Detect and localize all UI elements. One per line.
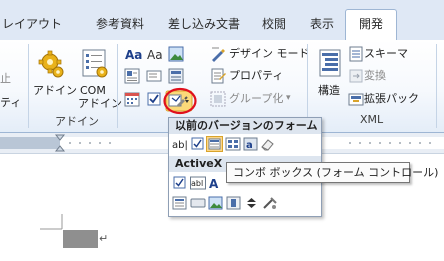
activex-image-icon[interactable]	[208, 196, 223, 210]
picture-content-control-icon[interactable]	[168, 46, 184, 65]
properties-icon[interactable]	[210, 68, 226, 87]
legacy-tools-button[interactable]	[163, 87, 203, 118]
schema-icon[interactable]	[348, 46, 364, 65]
plain-text-content-control-icon[interactable]: Aa	[146, 46, 164, 65]
grouping-dropdown-arrow-icon: ▾	[286, 93, 291, 103]
check-box-content-control-icon[interactable]	[146, 91, 162, 110]
rich-text-content-control-icon[interactable]: Aa	[124, 46, 142, 65]
transform-label: 変換	[364, 69, 386, 82]
svg-text:a: a	[246, 140, 253, 151]
paragraph-mark: ↵	[99, 232, 109, 245]
grouping-label: グループ化	[229, 92, 284, 105]
form-field-shading-icon[interactable]: a	[243, 137, 258, 151]
group-separator	[117, 44, 118, 128]
svg-text:ab|: ab|	[172, 140, 188, 151]
activex-text-box-icon[interactable]: abl	[190, 176, 206, 190]
tab-view[interactable]: 表示	[310, 12, 334, 36]
addin-gear-icon[interactable]	[38, 50, 66, 83]
addin-button[interactable]: アドイン	[33, 84, 77, 97]
activex-command-button-icon[interactable]	[190, 196, 206, 210]
structure-icon[interactable]	[318, 48, 342, 81]
xml-group-label: XML	[360, 113, 384, 126]
combo-box-content-control-icon[interactable]	[146, 68, 162, 87]
legacy-text-field-icon[interactable]: ab|	[172, 137, 188, 151]
tooltip: コンボ ボックス (フォーム コントロール)	[226, 162, 438, 183]
tab-references[interactable]: 参考資料	[96, 12, 144, 36]
reset-form-fields-icon[interactable]	[260, 137, 275, 151]
tab-review[interactable]: 校閲	[262, 12, 286, 36]
legacy-forms-heading: 以前のバージョンのフォーム	[169, 118, 321, 134]
svg-text:abl: abl	[191, 179, 203, 188]
svg-text:Aa: Aa	[147, 48, 163, 62]
ribbon-tab-bar: レイアウト 参考資料 差し込み文書 校閲 表示 開発	[0, 0, 444, 41]
partial-left-label-1: 止	[0, 72, 11, 85]
group-separator	[307, 44, 308, 128]
group-separator	[28, 44, 29, 128]
activex-scroll-bar-icon[interactable]	[226, 196, 241, 210]
tab-mailings[interactable]: 差し込み文書	[168, 12, 240, 36]
tab-developer[interactable]: 開発	[345, 9, 397, 41]
com-addin-label-2[interactable]: アドイン	[78, 97, 122, 110]
activex-spin-button-icon[interactable]	[244, 196, 259, 210]
svg-text:A: A	[209, 177, 219, 190]
transform-icon	[348, 68, 364, 87]
activex-more-controls-icon[interactable]	[262, 196, 277, 210]
svg-text:Aa: Aa	[125, 48, 142, 62]
com-addin-label-1[interactable]: COM	[80, 84, 106, 97]
drop-down-list-content-control-icon[interactable]	[168, 68, 184, 87]
schema-label[interactable]: スキーマ	[364, 47, 408, 60]
date-picker-content-control-icon[interactable]	[124, 91, 140, 110]
activex-check-box-icon[interactable]	[172, 176, 187, 190]
group-separator	[436, 44, 437, 128]
expansion-pack-icon[interactable]	[348, 91, 364, 110]
group-icon	[210, 91, 226, 110]
design-mode-label[interactable]: デザイン モード	[229, 47, 310, 60]
insert-frame-icon[interactable]	[225, 137, 241, 151]
addin-group-label: アドイン	[55, 115, 99, 128]
properties-label[interactable]: プロパティ	[229, 69, 283, 82]
partial-left-label-2[interactable]: ティ	[0, 96, 21, 109]
com-addin-icon[interactable]	[80, 48, 110, 81]
tab-layout[interactable]: レイアウト	[2, 12, 62, 36]
activex-label-icon[interactable]: A	[208, 176, 223, 191]
legacy-combo-box-icon[interactable]	[206, 136, 223, 152]
building-block-icon[interactable]	[124, 68, 140, 87]
design-mode-icon[interactable]	[210, 46, 226, 65]
activex-list-box-icon[interactable]	[172, 196, 187, 210]
legacy-check-box-icon[interactable]	[190, 137, 205, 151]
expansion-pack-label[interactable]: 拡張パック	[364, 92, 419, 105]
structure-label[interactable]: 構造	[318, 84, 340, 97]
